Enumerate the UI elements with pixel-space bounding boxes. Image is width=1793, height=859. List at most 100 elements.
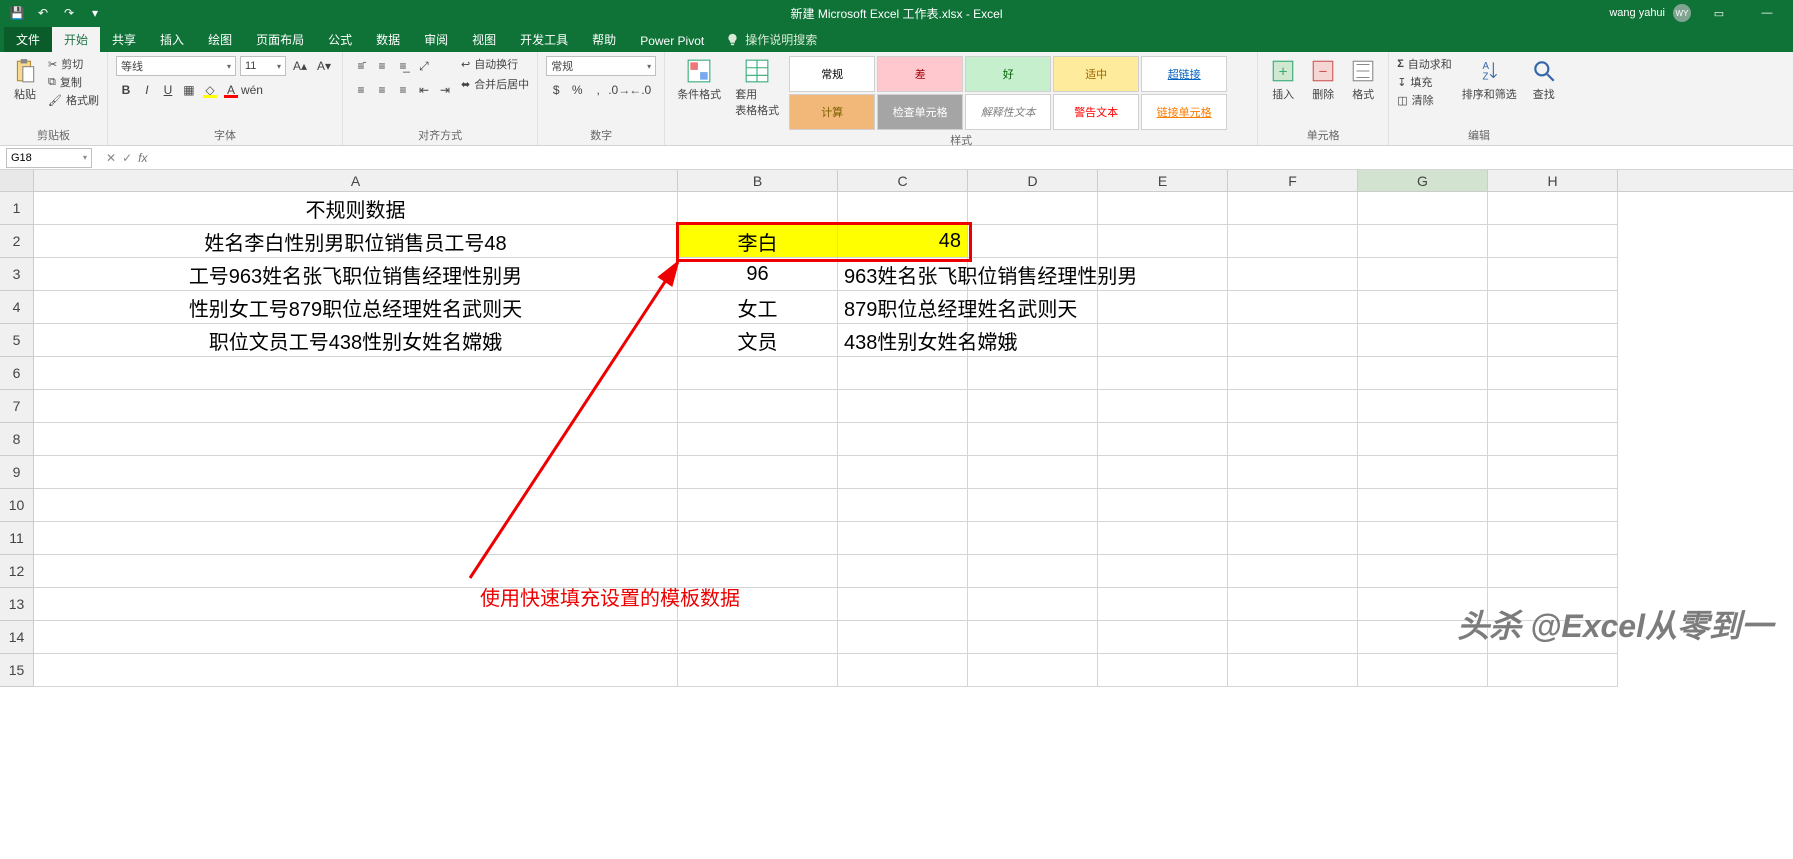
row-header-12[interactable]: 12 [0,555,34,588]
cell-A9[interactable] [34,456,678,489]
cell-D14[interactable] [968,621,1098,654]
phonetic-button[interactable]: wén [242,80,262,100]
cell-D10[interactable] [968,489,1098,522]
cell-F14[interactable] [1228,621,1358,654]
clear-button[interactable]: ◫清除 [1397,92,1452,108]
cell-A10[interactable] [34,489,678,522]
cell-E4[interactable] [1098,291,1228,324]
cell-G5[interactable] [1358,324,1488,357]
cell-style-item[interactable]: 警告文本 [1053,94,1139,130]
cell-F13[interactable] [1228,588,1358,621]
cell-A15[interactable] [34,654,678,687]
align-left-icon[interactable]: ≡ [351,80,371,100]
cell-H10[interactable] [1488,489,1618,522]
tab-4[interactable]: 页面布局 [244,27,316,52]
align-bottom-icon[interactable]: ≡̲ [393,56,413,76]
cell-C6[interactable] [838,357,968,390]
cell-H5[interactable] [1488,324,1618,357]
cell-G6[interactable] [1358,357,1488,390]
cell-D5[interactable] [968,324,1098,357]
format-as-table-button[interactable]: 套用 表格格式 [731,56,783,120]
cell-A7[interactable] [34,390,678,423]
merge-center-button[interactable]: ⬌合并后居中 [461,76,529,92]
cell-E15[interactable] [1098,654,1228,687]
cell-C15[interactable] [838,654,968,687]
cell-H3[interactable] [1488,258,1618,291]
sort-filter-button[interactable]: AZ排序和筛选 [1458,56,1521,104]
indent-increase-icon[interactable]: ⇥ [435,80,455,100]
tab-8[interactable]: 视图 [460,27,508,52]
cell-D1[interactable] [968,192,1098,225]
border-button[interactable]: ▦ [179,80,199,100]
row-header-2[interactable]: 2 [0,225,34,258]
row-header-13[interactable]: 13 [0,588,34,621]
decrease-font-icon[interactable]: A▾ [314,56,334,76]
cell-style-item[interactable]: 超链接 [1141,56,1227,92]
font-name-select[interactable]: 等线 [116,56,236,76]
cell-style-item[interactable]: 适中 [1053,56,1139,92]
col-header-D[interactable]: D [968,170,1098,191]
cell-D13[interactable] [968,588,1098,621]
cell-H7[interactable] [1488,390,1618,423]
col-header-F[interactable]: F [1228,170,1358,191]
cell-F1[interactable] [1228,192,1358,225]
cell-E11[interactable] [1098,522,1228,555]
cell-G1[interactable] [1358,192,1488,225]
tab-2[interactable]: 插入 [148,27,196,52]
ribbon-display-icon[interactable]: ▭ [1699,0,1739,26]
cell-F2[interactable] [1228,225,1358,258]
cell-E10[interactable] [1098,489,1228,522]
cell-C11[interactable] [838,522,968,555]
tab-6[interactable]: 数据 [364,27,412,52]
col-header-A[interactable]: A [34,170,678,191]
cell-E14[interactable] [1098,621,1228,654]
cell-H11[interactable] [1488,522,1618,555]
format-painter-button[interactable]: 🖌格式刷 [48,92,99,108]
accounting-icon[interactable]: $ [546,80,566,100]
cell-A14[interactable] [34,621,678,654]
cell-A4[interactable]: 性别女工号879职位总经理姓名武则天 [34,291,678,324]
col-header-H[interactable]: H [1488,170,1618,191]
name-box[interactable]: G18 [6,148,92,168]
number-format-select[interactable]: 常规 [546,56,656,76]
cell-C5[interactable]: 438性别女姓名嫦娥 [838,324,968,357]
cell-B14[interactable] [678,621,838,654]
cell-A8[interactable] [34,423,678,456]
cell-E12[interactable] [1098,555,1228,588]
avatar[interactable]: WY [1673,4,1691,22]
cell-B15[interactable] [678,654,838,687]
cell-F7[interactable] [1228,390,1358,423]
cell-A11[interactable] [34,522,678,555]
cell-B2[interactable]: 李白 [678,225,838,258]
cell-F15[interactable] [1228,654,1358,687]
cell-F3[interactable] [1228,258,1358,291]
cell-E9[interactable] [1098,456,1228,489]
cell-D15[interactable] [968,654,1098,687]
cell-G10[interactable] [1358,489,1488,522]
cell-E2[interactable] [1098,225,1228,258]
cell-G2[interactable] [1358,225,1488,258]
cell-A6[interactable] [34,357,678,390]
align-center-icon[interactable]: ≡ [372,80,392,100]
redo-icon[interactable]: ↷ [58,2,80,24]
formula-input[interactable] [155,148,1793,168]
decrease-decimal-icon[interactable]: ←.0 [630,80,650,100]
cell-H15[interactable] [1488,654,1618,687]
cell-F11[interactable] [1228,522,1358,555]
cell-E1[interactable] [1098,192,1228,225]
row-header-3[interactable]: 3 [0,258,34,291]
bold-button[interactable]: B [116,80,136,100]
tab-7[interactable]: 审阅 [412,27,460,52]
tab-1[interactable]: 共享 [100,27,148,52]
align-right-icon[interactable]: ≡ [393,80,413,100]
row-header-7[interactable]: 7 [0,390,34,423]
delete-cells-button[interactable]: −删除 [1306,56,1340,104]
find-select-button[interactable]: 查找 [1527,56,1561,104]
cell-B4[interactable]: 女工 [678,291,838,324]
cell-C9[interactable] [838,456,968,489]
cell-C13[interactable] [838,588,968,621]
row-header-15[interactable]: 15 [0,654,34,687]
fx-icon[interactable]: fx [138,151,147,165]
cell-C2[interactable]: 48 [838,225,968,258]
cell-F4[interactable] [1228,291,1358,324]
